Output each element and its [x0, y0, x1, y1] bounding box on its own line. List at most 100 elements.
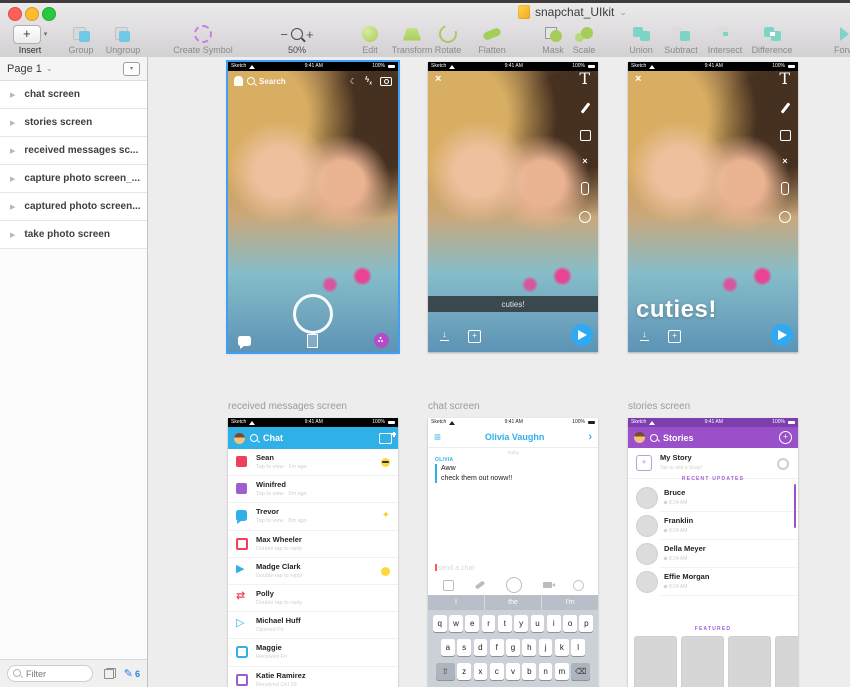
filter-field[interactable] — [7, 665, 93, 682]
sidebar-item-captured-photo-screen[interactable]: ▶ captured photo screen... — [0, 193, 147, 221]
suggestion[interactable]: I'm — [541, 595, 598, 610]
disclosure-icon[interactable]: ▶ — [10, 231, 15, 239]
timer-icon[interactable] — [579, 211, 591, 223]
featured-card[interactable] — [775, 636, 798, 687]
message-row[interactable]: Winifred Tap to view · 5m ago — [228, 476, 398, 503]
close-window-button[interactable] — [8, 7, 22, 21]
draw-pencil-icon[interactable] — [580, 102, 590, 113]
caption-bar[interactable]: cuties! — [428, 296, 598, 312]
message-row[interactable]: Maggie Received Fri — [228, 639, 398, 666]
key[interactable]: m — [555, 663, 569, 680]
featured-card[interactable] — [634, 636, 677, 687]
sticker-icon[interactable] — [443, 580, 454, 591]
message-row[interactable]: ⇄ Polly Double tap to reply — [228, 585, 398, 612]
flip-camera-icon[interactable] — [380, 77, 392, 86]
new-chat-icon[interactable] — [379, 433, 392, 444]
search-label[interactable]: Search — [259, 77, 286, 86]
key[interactable]: e — [465, 615, 479, 632]
disclosure-icon[interactable]: ▶ — [10, 175, 15, 183]
profile-avatar[interactable] — [234, 433, 245, 444]
key[interactable]: k — [555, 639, 569, 656]
chevron-right-icon[interactable]: › — [588, 432, 592, 443]
zoom-tool[interactable]: − + 50% — [258, 24, 336, 55]
zoom-window-button[interactable] — [42, 7, 56, 21]
search-icon[interactable] — [250, 434, 258, 442]
text-tool-icon[interactable]: T — [779, 71, 790, 87]
artboard-received-messages-screen[interactable]: Sketch 9:41 AM 100% Chat Sean Tap to vie… — [228, 418, 398, 687]
night-mode-icon[interactable]: ☾ — [350, 77, 357, 86]
my-story-row[interactable]: + My Story Tap to add a Snap! — [628, 448, 798, 479]
text-tool-icon[interactable]: T — [579, 71, 590, 87]
key[interactable]: c — [490, 663, 504, 680]
rotate-tool[interactable]: Rotate — [426, 24, 470, 55]
flash-off-icon[interactable]: ϟx — [365, 75, 372, 87]
scale-tool[interactable]: Scale — [562, 24, 606, 55]
search-icon[interactable] — [650, 434, 658, 442]
sticker-icon[interactable] — [580, 130, 591, 141]
key[interactable]: y — [514, 615, 528, 632]
key[interactable]: f — [490, 639, 504, 656]
key[interactable]: s — [457, 639, 471, 656]
key[interactable]: i — [547, 615, 561, 632]
key[interactable]: b — [522, 663, 536, 680]
emoji-icon[interactable] — [573, 580, 584, 591]
artboard-captured-photo-screen[interactable]: Sketch 9:41 AM 100% × T × cuties! ↓ + — [428, 62, 598, 352]
minimize-window-button[interactable] — [25, 7, 39, 21]
key[interactable]: g — [506, 639, 520, 656]
scrollbar[interactable] — [794, 484, 797, 528]
key[interactable]: o — [563, 615, 577, 632]
scissors-icon[interactable]: × — [782, 157, 787, 166]
message-row[interactable]: Trevor Tap to view · 8m ago ✦ — [228, 503, 398, 530]
canvas[interactable]: Sketch 9:41 AM 100% Search ☾ ϟx Sketch 9… — [148, 57, 850, 687]
snapchat-ghost-icon[interactable] — [234, 76, 243, 86]
suggestion[interactable]: the — [484, 595, 541, 610]
scissors-icon[interactable]: × — [582, 157, 587, 166]
close-icon[interactable]: × — [435, 74, 441, 84]
create-symbol-tool[interactable]: Create Symbol — [163, 24, 243, 55]
disclosure-icon[interactable]: ▶ — [10, 203, 15, 211]
timer-icon[interactable] — [779, 211, 791, 223]
shutter-button[interactable] — [293, 294, 333, 334]
artboard-label-chat[interactable]: chat screen — [428, 401, 480, 412]
key[interactable]: p — [579, 615, 593, 632]
key[interactable]: d — [474, 639, 488, 656]
message-row[interactable]: ▶ Madge Clark Double tap to reply — [228, 558, 398, 585]
forward-tool[interactable]: Forw — [822, 24, 850, 55]
artboard-label-stories[interactable]: stories screen — [628, 401, 690, 412]
sidebar-item-take-photo-screen[interactable]: ▶ take photo screen — [0, 221, 147, 249]
key[interactable]: r — [482, 615, 496, 632]
difference-tool[interactable]: Difference — [742, 24, 802, 55]
flatten-tool[interactable]: Flatten — [467, 24, 517, 55]
suggestion[interactable]: I — [428, 595, 484, 610]
key[interactable]: q — [433, 615, 447, 632]
zoom-in-button[interactable]: + — [306, 27, 314, 42]
memories-icon[interactable] — [374, 333, 389, 348]
ungroup-tool[interactable]: Ungroup — [97, 24, 149, 55]
sidebar-item-received-messages-screen[interactable]: ▶ received messages sc... — [0, 137, 147, 165]
sidebar-item-capture-photo-screen[interactable]: ▶ capture photo screen_... — [0, 165, 147, 193]
save-download-icon[interactable]: ↓ — [440, 330, 449, 341]
search-icon[interactable] — [247, 77, 255, 85]
artboard-stories-screen[interactable]: Sketch 9:41 AM 100% Stories + + My Story… — [628, 418, 798, 687]
send-button[interactable] — [571, 324, 593, 346]
send-button[interactable] — [771, 324, 793, 346]
artboard-captured-photo-big-caption[interactable]: Sketch 9:41 AM 100% × T × cuties! ↓ + — [628, 62, 798, 352]
story-row[interactable]: Bruce 8:24 AM — [628, 484, 798, 512]
message-row[interactable]: ▷ Michael Huff Opened Fri — [228, 612, 398, 639]
disclosure-icon[interactable]: ▶ — [10, 91, 15, 99]
artboard-chat-screen[interactable]: Sketch 9:41 AM 100% ≡ Olivia Vaughn › To… — [428, 418, 598, 687]
message-row[interactable]: Katie Ramirez Received Oct 29 — [228, 667, 398, 687]
key[interactable]: x — [474, 663, 488, 680]
key[interactable]: j — [539, 639, 553, 656]
paperclip-icon[interactable] — [781, 182, 789, 195]
insert-tool[interactable]: +▾ Insert — [8, 24, 52, 55]
chat-input[interactable]: send a chat — [435, 564, 474, 572]
key[interactable]: t — [498, 615, 512, 632]
message-row[interactable]: Sean Tap to view · 1m ago — [228, 449, 398, 476]
chat-tab-icon[interactable] — [238, 336, 251, 346]
key[interactable]: n — [539, 663, 553, 680]
save-download-icon[interactable]: ↓ — [640, 330, 649, 341]
video-call-icon[interactable] — [543, 582, 552, 588]
disclosure-icon[interactable]: ▶ — [10, 119, 15, 127]
page-header[interactable]: Page 1 ⌄ ▾ — [0, 57, 147, 81]
